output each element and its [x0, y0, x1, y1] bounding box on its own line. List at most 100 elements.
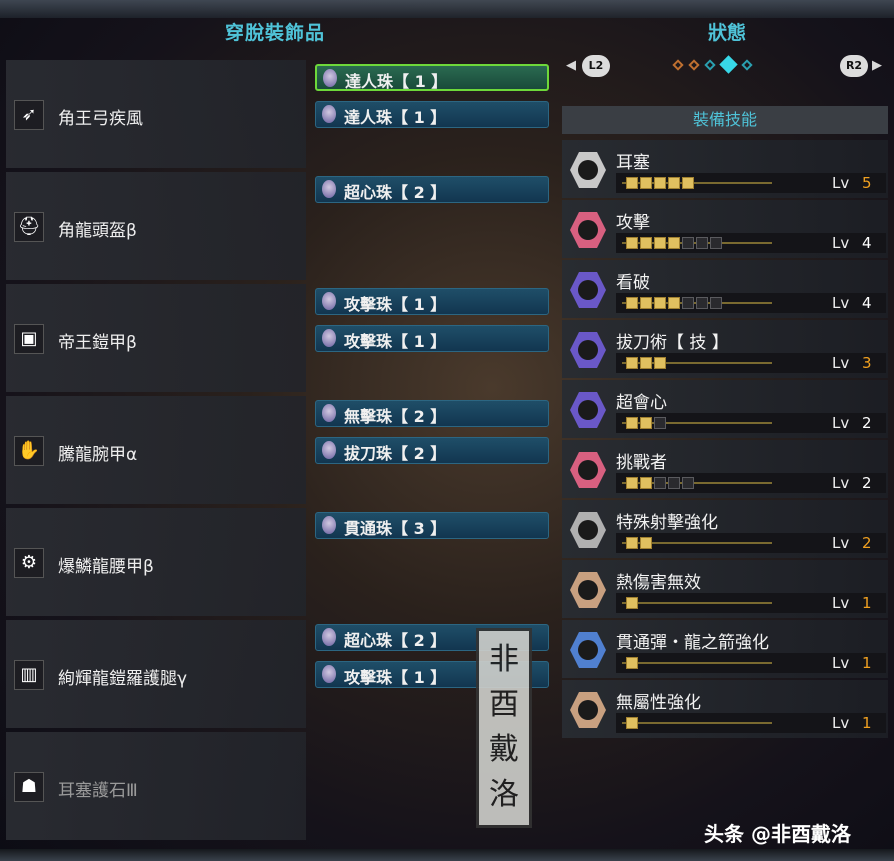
decoration-name: 超心珠【 2 】 — [344, 631, 447, 650]
level-label: Lv — [832, 354, 850, 372]
level-pip — [640, 417, 652, 429]
level-pip — [626, 297, 638, 309]
skill-row[interactable]: 挑戰者 Lv 2 — [562, 440, 888, 498]
nav-left-arrow-icon[interactable]: ◀ — [566, 58, 576, 73]
skill-row[interactable]: 攻擊 Lv 4 — [562, 200, 888, 258]
seal-stamp: 非酉戴洛 — [476, 628, 532, 828]
decoration-slot[interactable]: 超心珠【 2 】 — [315, 176, 549, 203]
skill-row[interactable]: 貫通彈・龍之箭強化 Lv 1 — [562, 620, 888, 678]
skill-level-bar: Lv 4 — [616, 233, 886, 253]
gauntlet-icon: ✋ — [14, 436, 44, 466]
level-pip — [668, 177, 680, 189]
level-pip — [640, 297, 652, 309]
level-label: Lv — [832, 714, 850, 732]
skill-name: 拔刀術【 技 】 — [616, 333, 729, 353]
level-value: 1 — [862, 594, 872, 612]
level-pip — [626, 177, 638, 189]
decoration-name: 達人珠【 1 】 — [345, 72, 448, 91]
jewel-icon — [322, 105, 336, 123]
page-dot-2[interactable] — [688, 58, 700, 71]
top-frame — [0, 0, 894, 18]
decoration-name: 無擊珠【 2 】 — [344, 407, 447, 426]
equipment-row[interactable]: ▣ 帝王鎧甲β — [6, 284, 306, 392]
level-pip — [668, 237, 680, 249]
decoration-slot[interactable]: 達人珠【 1 】 — [315, 101, 549, 128]
skill-name: 看破 — [616, 273, 650, 293]
equipment-row[interactable]: ⚙ 爆鱗龍腰甲β — [6, 508, 306, 616]
equipment-row[interactable]: ➶ 角王弓疾風 — [6, 60, 306, 168]
level-value: 2 — [862, 414, 872, 432]
decoration-name: 攻擊珠【 1 】 — [344, 332, 447, 351]
level-value: 4 — [862, 234, 872, 252]
skill-emblem-icon — [570, 152, 606, 188]
decoration-slot[interactable]: 拔刀珠【 2 】 — [315, 437, 549, 464]
stamp-text: 非酉戴洛 — [489, 642, 519, 812]
skill-level-bar: Lv 3 — [616, 353, 886, 373]
r2-button[interactable]: R2 — [840, 55, 868, 77]
equipment-name: 帝王鎧甲β — [58, 333, 137, 353]
skill-row[interactable]: 超會心 Lv 2 — [562, 380, 888, 438]
equipment-row[interactable]: ⛑ 角龍頭盔β — [6, 172, 306, 280]
jewel-icon — [322, 292, 336, 310]
skill-row[interactable]: 耳塞 Lv 5 — [562, 140, 888, 198]
page-dot-4[interactable] — [719, 55, 738, 74]
page-dot-1[interactable] — [672, 58, 684, 71]
skill-name: 攻擊 — [616, 213, 650, 233]
equipment-row[interactable]: ✋ 騰龍腕甲α — [6, 396, 306, 504]
skill-row[interactable]: 拔刀術【 技 】 Lv 3 — [562, 320, 888, 378]
skill-name: 無屬性強化 — [616, 693, 701, 713]
l2-button[interactable]: L2 — [582, 55, 610, 77]
legs-icon: ▥ — [14, 660, 44, 690]
skill-level-bar: Lv 4 — [616, 293, 886, 313]
level-pip — [682, 177, 694, 189]
jewel-icon — [322, 441, 336, 459]
jewel-icon — [322, 665, 336, 683]
level-pip — [654, 297, 666, 309]
level-label: Lv — [832, 474, 850, 492]
level-label: Lv — [832, 654, 850, 672]
jewel-icon — [322, 329, 336, 347]
equipment-row[interactable]: ▥ 絢輝龍鎧羅護腿γ — [6, 620, 306, 728]
skill-emblem-icon — [570, 212, 606, 248]
decoration-name: 拔刀珠【 2 】 — [344, 444, 447, 463]
level-label: Lv — [832, 234, 850, 252]
skill-row[interactable]: 無屬性強化 Lv 1 — [562, 680, 888, 738]
level-pip — [696, 297, 708, 309]
waist-icon: ⚙ — [14, 548, 44, 578]
skill-level-bar: Lv 2 — [616, 533, 886, 553]
page-dot-3[interactable] — [704, 58, 716, 71]
jewel-icon — [322, 628, 336, 646]
level-pip — [640, 477, 652, 489]
skill-name: 熱傷害無效 — [616, 573, 701, 593]
equipment-row[interactable]: ☗ 耳塞護石Ⅲ — [6, 732, 306, 840]
level-pip — [668, 477, 680, 489]
level-pip — [626, 597, 638, 609]
skill-row[interactable]: 熱傷害無效 Lv 1 — [562, 560, 888, 618]
skill-name: 耳塞 — [616, 153, 650, 173]
skill-name: 特殊射擊強化 — [616, 513, 718, 533]
nav-right-arrow-icon[interactable]: ▶ — [872, 58, 882, 73]
level-value: 4 — [862, 294, 872, 312]
level-pip — [710, 237, 722, 249]
level-label: Lv — [832, 534, 850, 552]
decoration-slot[interactable]: 達人珠【 1 】 — [315, 64, 549, 91]
decoration-slot[interactable]: 攻擊珠【 1 】 — [315, 325, 549, 352]
decoration-name: 貫通珠【 3 】 — [344, 519, 447, 538]
decoration-slot[interactable]: 貫通珠【 3 】 — [315, 512, 549, 539]
skill-level-bar: Lv 1 — [616, 593, 886, 613]
decoration-slot[interactable]: 無擊珠【 2 】 — [315, 400, 549, 427]
level-pip — [640, 237, 652, 249]
decoration-slot[interactable]: 攻擊珠【 1 】 — [315, 288, 549, 315]
decoration-name: 攻擊珠【 1 】 — [344, 295, 447, 314]
decoration-name: 超心珠【 2 】 — [344, 183, 447, 202]
skill-emblem-icon — [570, 512, 606, 548]
page-dot-5[interactable] — [741, 58, 753, 71]
equipment-name: 爆鱗龍腰甲β — [58, 557, 154, 577]
skill-row[interactable]: 特殊射擊強化 Lv 2 — [562, 500, 888, 558]
level-pip — [626, 657, 638, 669]
page-nav: ◀ L2 R2 ▶ — [566, 54, 888, 80]
skill-emblem-icon — [570, 692, 606, 728]
equipment-name: 角龍頭盔β — [58, 221, 137, 241]
skill-row[interactable]: 看破 Lv 4 — [562, 260, 888, 318]
level-pip — [626, 477, 638, 489]
